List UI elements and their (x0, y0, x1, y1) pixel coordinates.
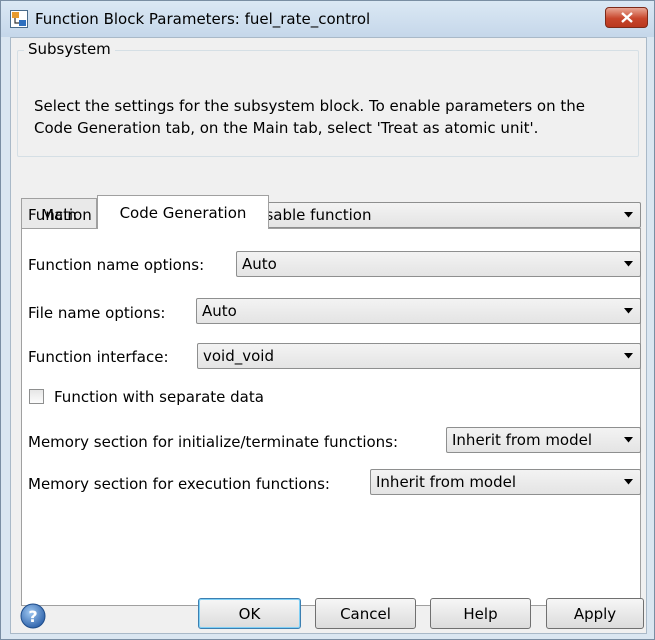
separate-data-label[interactable]: Function with separate data (54, 388, 264, 406)
chevron-down-icon (624, 308, 633, 314)
file-name-options-label: File name options: (28, 304, 166, 322)
function-interface-label: Function interface: (28, 348, 169, 366)
memory-init-term-label: Memory section for initialize/terminate … (28, 433, 399, 451)
help-button[interactable]: Help (430, 598, 531, 629)
group-legend: Subsystem (24, 40, 115, 58)
cancel-button[interactable]: Cancel (315, 598, 416, 629)
apply-button[interactable]: Apply (546, 598, 644, 629)
memory-execution-select[interactable]: Inherit from model (370, 469, 641, 495)
function-name-options-value: Auto (242, 255, 277, 273)
dialog-window: Function Block Parameters: fuel_rate_con… (0, 0, 655, 640)
separate-data-checkbox[interactable] (29, 389, 44, 404)
dialog-body: Subsystem Select the settings for the su… (10, 37, 647, 634)
close-icon (621, 12, 633, 23)
function-interface-value: void_void (203, 347, 274, 365)
ok-button[interactable]: OK (198, 598, 301, 629)
memory-execution-label: Memory section for execution functions: (28, 475, 330, 493)
function-interface-select[interactable]: void_void (197, 343, 641, 369)
group-description: Select the settings for the subsystem bl… (34, 95, 646, 139)
memory-init-term-select[interactable]: Inherit from model (446, 427, 641, 453)
file-name-options-select[interactable]: Auto (196, 298, 641, 324)
chevron-down-icon (624, 212, 633, 218)
close-button[interactable] (605, 7, 648, 28)
tab-code-generation[interactable]: Code Generation (97, 195, 269, 229)
chevron-down-icon (624, 353, 633, 359)
file-name-options-value: Auto (202, 302, 237, 320)
title-bar[interactable]: Function Block Parameters: fuel_rate_con… (1, 1, 654, 37)
chevron-down-icon (624, 437, 633, 443)
help-question-icon[interactable]: ? (20, 603, 46, 629)
window-title: Function Block Parameters: fuel_rate_con… (35, 10, 371, 28)
function-name-options-select[interactable]: Auto (236, 251, 641, 277)
memory-init-term-value: Inherit from model (452, 431, 593, 449)
chevron-down-icon (624, 479, 633, 485)
function-name-options-label: Function name options: (28, 256, 205, 274)
simulink-block-icon (10, 10, 28, 28)
function-packaging-select[interactable]: Nonreusable function (205, 202, 641, 228)
description-line-2: Code Generation tab, on the Main tab, se… (34, 119, 539, 137)
memory-execution-value: Inherit from model (376, 473, 517, 491)
chevron-down-icon (624, 261, 633, 267)
description-line-1: Select the settings for the subsystem bl… (34, 97, 585, 115)
code-generation-panel (21, 228, 641, 606)
svg-text:?: ? (28, 607, 37, 626)
